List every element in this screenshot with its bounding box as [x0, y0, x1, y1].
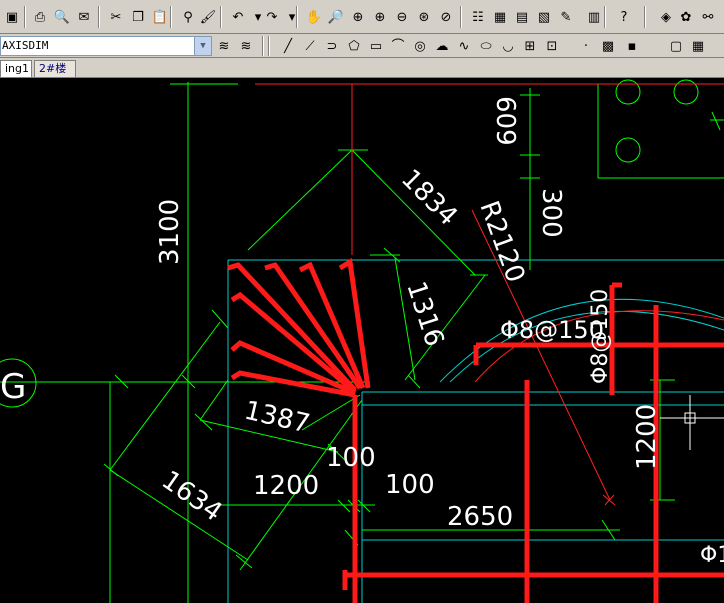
zoom-in-icon[interactable]: ⊕ [370, 7, 390, 27]
dim-609: 609 [490, 96, 520, 146]
toolbar-separator [296, 6, 298, 28]
polygon-icon[interactable]: ⬠ [344, 36, 364, 56]
zoom-extents-icon[interactable]: ⊛ [414, 7, 434, 27]
layer-match-icon[interactable]: ≋ [236, 36, 256, 56]
dim-100-a: 100 [326, 443, 376, 473]
copy-icon[interactable]: ❐ [128, 7, 148, 27]
dim-1634: 1634 [156, 465, 227, 528]
rectangle-icon[interactable]: ▭ [366, 36, 386, 56]
insert-block-icon[interactable]: ⊞ [520, 36, 540, 56]
dim-100-b: 100 [385, 470, 435, 500]
construction-line-icon[interactable]: ⟋ [300, 36, 320, 56]
polyline-icon[interactable]: ⊃ [322, 36, 342, 56]
zoom-window-icon[interactable]: ⊕ [348, 7, 368, 27]
tab-model[interactable]: ing1 [0, 60, 32, 77]
dim-3100: 3100 [155, 199, 185, 265]
point-icon[interactable]: · [576, 36, 596, 56]
zoom-realtime-icon[interactable]: 🔎 [326, 7, 346, 27]
publish-icon[interactable]: ✉ [74, 7, 94, 27]
dim-2650: 2650 [447, 502, 513, 532]
zoom-previous-icon[interactable]: ⊘ [436, 7, 456, 27]
dim-1834: 1834 [395, 164, 463, 232]
grid-bubble: G [0, 358, 37, 408]
paintbrush-icon[interactable]: 🖌 [198, 7, 218, 27]
dim-r2120: R2120 [473, 197, 530, 286]
toolbar-separator [604, 6, 606, 28]
toolbar-separator [170, 6, 172, 28]
layer-previous-icon[interactable]: ⚯ [698, 7, 718, 27]
hatch-icon[interactable]: ▩ [598, 36, 618, 56]
layer-properties-icon[interactable]: ◈ [656, 7, 676, 27]
cut-icon[interactable]: ✂ [106, 7, 126, 27]
layer-tools-icon[interactable]: ≋ [214, 36, 234, 56]
crosshair-cursor [660, 395, 724, 450]
toolbar-separator [24, 6, 26, 28]
dim-1316: 1316 [400, 278, 449, 350]
standard-toolbar: ▣ ⎙ 🔍 ✉ ✂ ❐ 📋 ⚲ 🖌 ↶ ▾ ↷ ▾ ✋ 🔎 ⊕ ⊕ ⊖ ⊛ ⊘ ☷ ▦ ▤ ▧ ✎ ▥? ◈ ✿ ⚯ [0, 0, 724, 34]
design-center-icon[interactable]: ▦ [490, 7, 510, 27]
upper-right-detail [540, 79, 724, 179]
toolbar-separator [262, 36, 264, 56]
tab-layout[interactable]: 2#楼 [34, 60, 76, 77]
help-icon[interactable]: ? [614, 7, 634, 27]
layer-combo-value: AXISDIM [2, 39, 49, 52]
rebar-label-clipped: Φ1 [700, 543, 724, 568]
save-icon[interactable]: ▣ [2, 7, 22, 27]
chevron-down-icon[interactable]: ▼ [194, 37, 211, 55]
grid-lines [0, 82, 370, 603]
redo-icon[interactable]: ↷ [262, 7, 282, 27]
layer-combo[interactable]: AXISDIM ▼ [0, 36, 212, 56]
dimension-texts: 3100 1834 R2120 609 300 1316 1387 1634 1… [155, 96, 724, 568]
markup-icon[interactable]: ✎ [556, 7, 576, 27]
dim-1387: 1387 [241, 396, 312, 440]
toolbar-separator [98, 6, 100, 28]
layer-state-icon[interactable]: ✿ [676, 7, 696, 27]
make-block-icon[interactable]: ⊡ [542, 36, 562, 56]
toolbar-separator [460, 6, 462, 28]
rebar-label-vertical: Φ8@150 [588, 289, 613, 384]
sheet-set-icon[interactable]: ▧ [534, 7, 554, 27]
tool-palettes-icon[interactable]: ▤ [512, 7, 532, 27]
calculator-icon[interactable]: ▥ [584, 7, 604, 27]
layout-tabbar: ing1 2#楼 [0, 58, 724, 78]
ellipse-arc-icon[interactable]: ◡ [498, 36, 518, 56]
arc-icon[interactable]: ⌒ [388, 36, 408, 56]
table-icon[interactable]: ▦ [688, 36, 708, 56]
spline-icon[interactable]: ∿ [454, 36, 474, 56]
redo-dropdown-icon[interactable]: ▾ [282, 7, 302, 27]
pan-icon[interactable]: ✋ [304, 7, 324, 27]
match-properties-icon[interactable]: ⚲ [178, 7, 198, 27]
zoom-out-icon[interactable]: ⊖ [392, 7, 412, 27]
draw-toolbar: AXISDIM ▼ ≋ ≋ ╱ ⟋ ⊃ ⬠ ▭ ⌒ ◎ ☁ ∿ ⬭ ◡ ⊞ ⊡ · ▩ ▪ ▢ ▦ [0, 34, 724, 58]
grid-label: G [0, 367, 26, 407]
dim-1200-b: 1200 [632, 404, 662, 470]
dim-1200-a: 1200 [253, 471, 319, 501]
circle-icon[interactable]: ◎ [410, 36, 430, 56]
ellipse-icon[interactable]: ⬭ [476, 36, 496, 56]
print-preview-icon[interactable]: 🔍 [52, 7, 72, 27]
line-icon[interactable]: ╱ [278, 36, 298, 56]
properties-icon[interactable]: ☷ [468, 7, 488, 27]
toolbar-separator [220, 6, 222, 28]
dim-300: 300 [536, 188, 566, 238]
rebar-fan [227, 257, 371, 398]
revision-cloud-icon[interactable]: ☁ [432, 36, 452, 56]
paste-icon[interactable]: 📋 [150, 7, 170, 27]
toolbar-separator [644, 6, 646, 28]
gradient-icon[interactable]: ▪ [622, 36, 642, 56]
undo-icon[interactable]: ↶ [228, 7, 248, 27]
region-icon[interactable]: ▢ [666, 36, 686, 56]
print-icon[interactable]: ⎙ [30, 7, 50, 27]
toolbar-separator [268, 36, 270, 56]
drawing-canvas[interactable]: G 3100 1834 R2120 609 300 1316 1387 1634… [0, 78, 724, 603]
